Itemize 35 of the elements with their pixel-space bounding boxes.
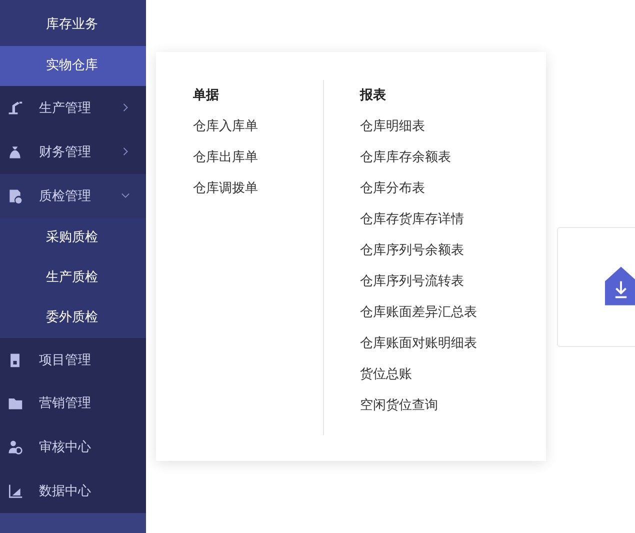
menu-group[interactable]: 财务管理 <box>0 130 146 174</box>
menu-link[interactable]: 仓库序列号流转表 <box>360 266 490 297</box>
menu-link[interactable]: 仓库账面差异汇总表 <box>360 297 490 328</box>
menu-link[interactable]: 仓库出库单 <box>193 142 323 173</box>
shield-document-icon <box>7 188 23 204</box>
menu-item[interactable]: 生产质检 <box>0 258 146 298</box>
menu-link[interactable]: 仓库明细表 <box>360 111 490 142</box>
chevron-icon <box>121 147 130 156</box>
menu-link[interactable]: 仓库序列号余额表 <box>360 235 490 266</box>
menu-group[interactable]: 审核中心 <box>0 425 146 470</box>
menu-item[interactable]: 采购质检 <box>0 218 146 258</box>
menu-group[interactable]: 质检管理 <box>0 174 146 218</box>
menu-link[interactable]: 仓库分布表 <box>360 173 490 204</box>
menu-item[interactable]: 委外质检 <box>0 298 146 338</box>
menu-group[interactable]: 生产管理 <box>0 86 146 130</box>
menu-link[interactable]: 仓库调拨单 <box>193 173 323 204</box>
crane-icon <box>7 100 23 116</box>
user-check-icon <box>7 439 23 456</box>
column-heading: 单据 <box>193 87 220 105</box>
menu-link[interactable]: 空闲货位查询 <box>360 390 490 421</box>
menu-link[interactable]: 仓库库存余额表 <box>360 142 490 173</box>
menu-item[interactable]: 实物仓库 <box>0 46 146 86</box>
menu-item[interactable]: 库存业务 <box>0 0 146 46</box>
chart-icon <box>7 483 23 500</box>
menu-link[interactable]: 货位总账 <box>360 359 490 390</box>
column-heading: 报表 <box>360 87 387 105</box>
menu-group[interactable]: 营销管理 <box>0 381 146 426</box>
menu-group[interactable]: 项目管理 <box>0 338 146 382</box>
chevron-icon <box>121 103 130 112</box>
menu-group[interactable]: 数据中心 <box>0 469 146 514</box>
menu-link[interactable]: 仓库入库单 <box>193 111 323 142</box>
menu-link[interactable]: 仓库账面对账明细表 <box>360 328 490 359</box>
chevron-icon <box>121 191 130 200</box>
money-bag-icon <box>7 144 23 160</box>
menu-link[interactable]: 仓库存货库存详情 <box>360 204 490 235</box>
